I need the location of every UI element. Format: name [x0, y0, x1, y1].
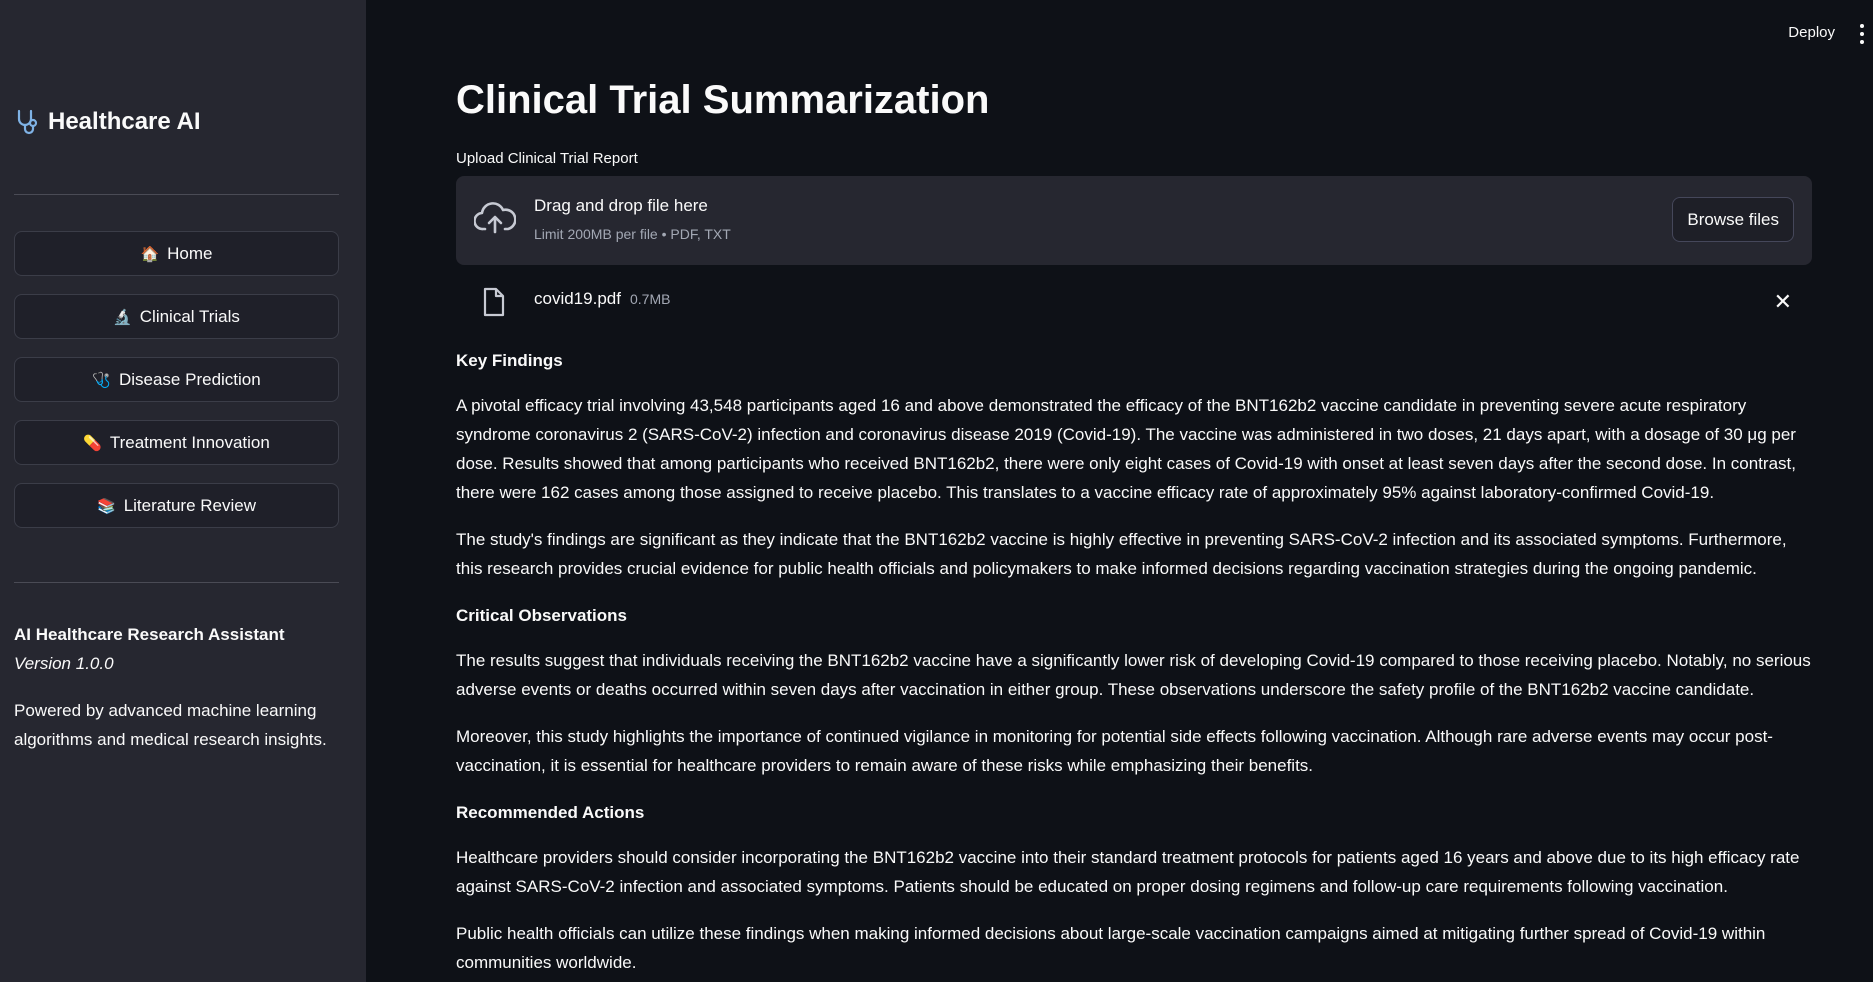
- summary-content: Key Findings A pivotal efficacy trial in…: [456, 346, 1816, 982]
- app-root: Healthcare AI 🏠 Home 🔬 Clinical Trials 🩺…: [0, 0, 1873, 982]
- house-icon: 🏠: [140, 245, 160, 263]
- nav-button-clinical-trials[interactable]: 🔬 Clinical Trials: [14, 294, 339, 339]
- cloud-upload-icon: [473, 202, 517, 239]
- app-version: Version 1.0.0: [14, 654, 114, 673]
- browse-files-button[interactable]: Browse files: [1672, 197, 1794, 242]
- app-tagline: Powered by advanced machine learning alg…: [14, 701, 327, 749]
- app-version-line: AI Healthcare Research Assistant Version…: [14, 620, 344, 678]
- sidebar-divider-bottom: [14, 582, 339, 583]
- books-icon: 📚: [97, 497, 116, 515]
- nav-label-home: Home: [167, 243, 213, 263]
- stethoscope-icon: [16, 109, 38, 135]
- nav-label-treatment-innovation: Treatment Innovation: [109, 432, 270, 452]
- file-name: covid19.pdf: [534, 289, 621, 308]
- key-findings-paragraph-1: A pivotal efficacy trial involving 43,54…: [456, 396, 1796, 502]
- nav-label-disease-prediction: Disease Prediction: [118, 369, 261, 389]
- upload-label: Upload Clinical Trial Report: [456, 150, 638, 167]
- brand-title: Healthcare AI: [48, 108, 201, 135]
- nav-label-literature-review: Literature Review: [123, 495, 256, 515]
- recommended-actions-heading: Recommended Actions: [456, 803, 645, 822]
- dropzone-instructions: Drag and drop file here: [534, 196, 708, 215]
- pill-icon: 💊: [83, 434, 102, 452]
- file-dropzone[interactable]: Drag and drop file here Limit 200MB per …: [456, 176, 1812, 265]
- nav-button-disease-prediction[interactable]: 🩺 Disease Prediction: [14, 357, 339, 402]
- critical-observations-heading: Critical Observations: [456, 606, 628, 625]
- nav-button-home[interactable]: 🏠 Home: [14, 231, 339, 276]
- sidebar-divider-top: [14, 194, 339, 195]
- microscope-icon: 🔬: [113, 308, 132, 326]
- sidebar-footer: AI Healthcare Research Assistant Version…: [14, 620, 344, 772]
- key-findings-heading: Key Findings: [456, 351, 563, 370]
- nav-label-clinical-trials: Clinical Trials: [139, 306, 240, 326]
- dropzone-limit: Limit 200MB per file • PDF, TXT: [534, 226, 731, 242]
- file-size: 0.7MB: [630, 291, 671, 307]
- critical-observations-paragraph-1: The results suggest that individuals rec…: [456, 651, 1811, 699]
- recommended-actions-paragraph-2: Public health officials can utilize thes…: [456, 924, 1766, 972]
- stethoscope-icon: 🩺: [92, 371, 111, 389]
- recommended-actions-paragraph-1: Healthcare providers should consider inc…: [456, 848, 1800, 896]
- nav-button-treatment-innovation[interactable]: 💊 Treatment Innovation: [14, 420, 339, 465]
- deploy-button[interactable]: Deploy: [1788, 24, 1835, 41]
- uploaded-file-row: covid19.pdf 0.7MB ✕: [456, 283, 1812, 323]
- key-findings-paragraph-2: The study's findings are significant as …: [456, 530, 1787, 578]
- page-title: Clinical Trial Summarization: [456, 78, 990, 122]
- critical-observations-paragraph-2: Moreover, this study highlights the impo…: [456, 727, 1773, 775]
- main-menu-icon[interactable]: [1859, 24, 1865, 44]
- sidebar: Healthcare AI 🏠 Home 🔬 Clinical Trials 🩺…: [0, 0, 366, 982]
- sidebar-nav: 🏠 Home 🔬 Clinical Trials 🩺 Disease Predi…: [14, 231, 339, 546]
- brand: Healthcare AI: [16, 108, 201, 136]
- file-icon: [482, 287, 506, 322]
- nav-button-literature-review[interactable]: 📚 Literature Review: [14, 483, 339, 528]
- app-name: AI Healthcare Research Assistant: [14, 625, 285, 644]
- remove-file-close-icon[interactable]: ✕: [1774, 291, 1792, 313]
